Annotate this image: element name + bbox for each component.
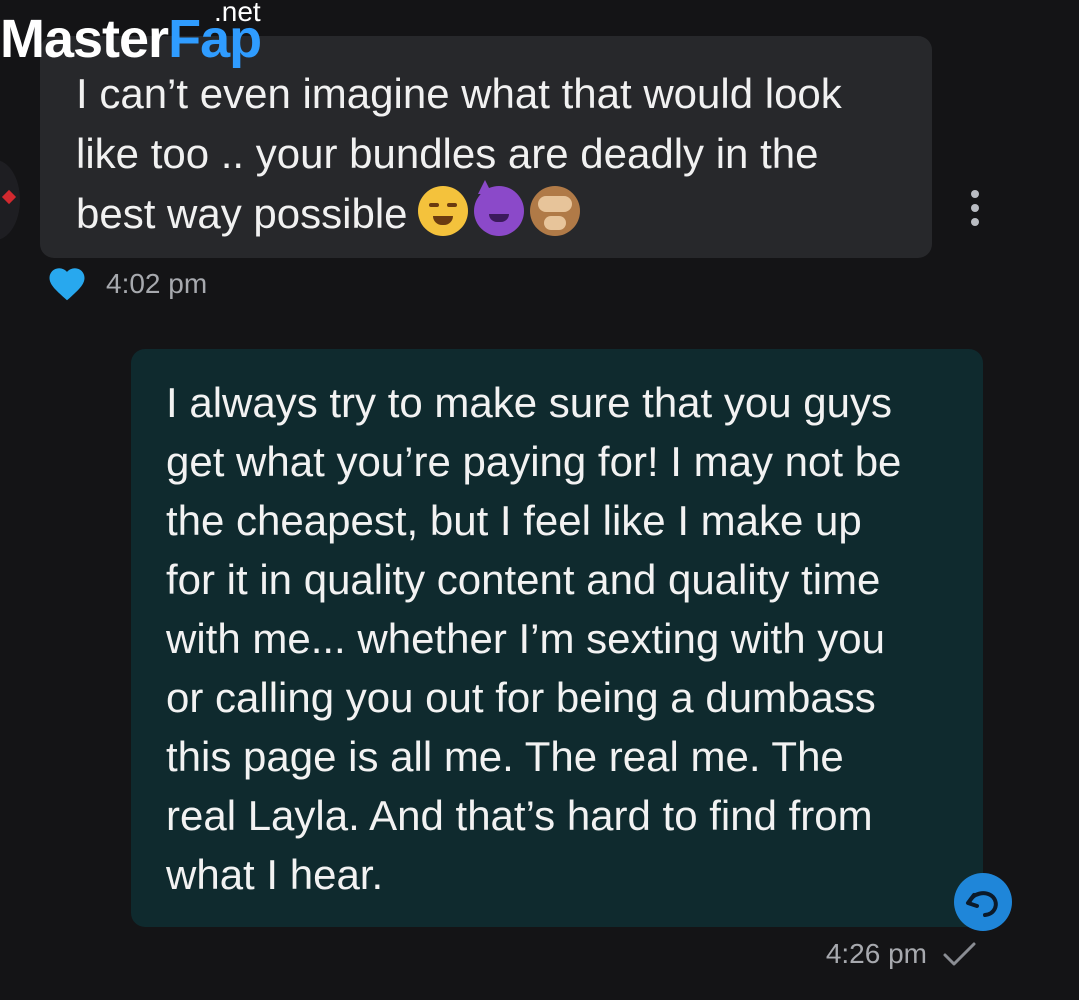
received-message-bubble[interactable]: I can’t even imagine what that would loo… xyxy=(40,36,932,258)
check-icon xyxy=(943,942,976,966)
reply-icon[interactable] xyxy=(954,873,1012,931)
heart-icon[interactable] xyxy=(46,263,88,305)
avatar[interactable] xyxy=(0,160,20,240)
watermark-tld: .net xyxy=(214,0,261,27)
smiling-devil-icon xyxy=(473,180,524,236)
sent-message-time: 4:26 pm xyxy=(825,938,927,969)
chat-screen: MasterFap .net I can’t even imagine what… xyxy=(0,0,1079,1000)
more-options-icon[interactable] xyxy=(966,190,984,226)
drooling-face-icon xyxy=(417,186,468,236)
sent-message-bubble[interactable]: I always try to make sure that you guys … xyxy=(131,349,983,927)
received-message-meta: 4:02 pm xyxy=(46,262,207,306)
watermark-master: Master xyxy=(0,9,169,69)
emoji-group xyxy=(417,180,580,236)
see-no-evil-monkey-icon xyxy=(529,186,580,236)
sent-message-meta: 4:26 pm xyxy=(826,932,979,976)
received-message-time: 4:02 pm xyxy=(106,268,208,299)
avatar-badge-icon xyxy=(1,189,17,205)
sent-message-text: I always try to make sure that you guys … xyxy=(166,379,902,898)
